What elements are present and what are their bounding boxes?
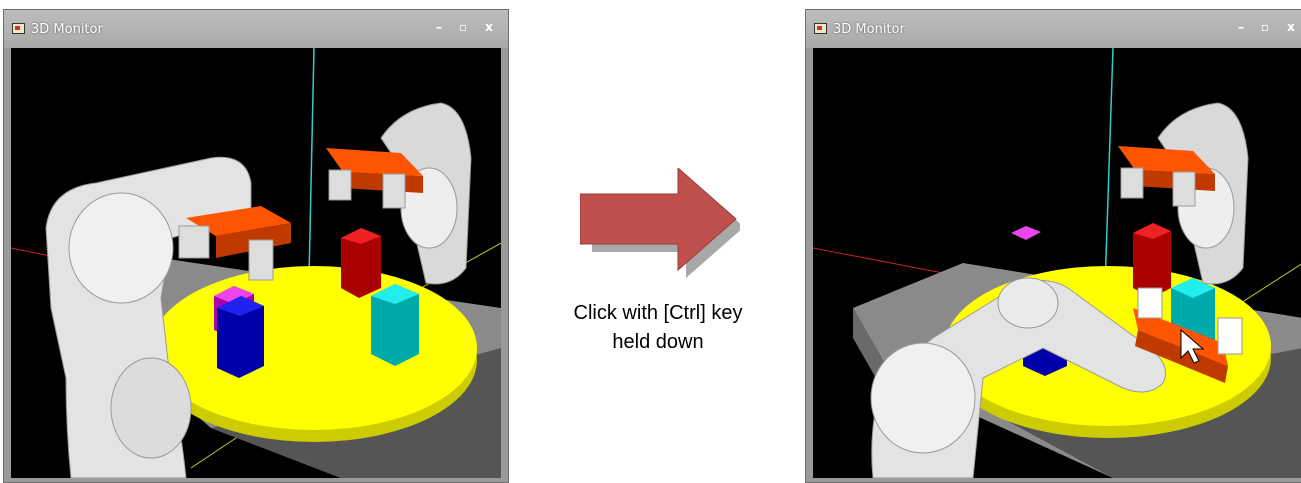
back-gripper-finger-2 xyxy=(1172,171,1196,207)
back-gripper-finger-2 xyxy=(382,173,406,209)
y-axis-line xyxy=(1232,263,1301,309)
close-button[interactable]: x xyxy=(1284,20,1298,34)
front-robot-base xyxy=(110,357,192,459)
monitor-window-before: 3D Monitor – ▫ x xyxy=(3,9,509,483)
window-title: 3D Monitor xyxy=(31,22,103,37)
caption-line-1: Click with [Ctrl] key xyxy=(573,302,743,324)
arrow-shape xyxy=(580,168,737,272)
instruction-caption: Click with [Ctrl] key held down xyxy=(530,299,786,357)
close-button[interactable]: x xyxy=(482,20,496,34)
front-gripper-finger xyxy=(1137,287,1163,319)
window-titlebar[interactable]: 3D Monitor – ▫ x xyxy=(4,10,508,48)
x-axis-line xyxy=(813,247,944,274)
window-titlebar[interactable]: 3D Monitor – ▫ x xyxy=(806,10,1301,48)
back-gripper-finger xyxy=(328,169,352,201)
front-gripper-finger xyxy=(178,225,210,259)
minimize-button[interactable]: – xyxy=(432,20,446,34)
front-robot-elbow xyxy=(997,277,1059,329)
monitor-window-after: 3D Monitor – ▫ x xyxy=(805,9,1301,483)
front-gripper-finger-2 xyxy=(1217,317,1243,355)
scene-render xyxy=(813,48,1301,478)
3d-viewport[interactable] xyxy=(813,48,1301,478)
3d-viewport[interactable] xyxy=(11,48,501,478)
magenta-block xyxy=(1011,226,1041,240)
maximize-button[interactable]: ▫ xyxy=(456,20,470,34)
round-table xyxy=(151,266,477,430)
back-gripper-finger xyxy=(1120,167,1144,199)
app-icon xyxy=(12,23,25,34)
z-axis-line xyxy=(1104,48,1114,289)
front-robot-shoulder xyxy=(870,342,976,454)
front-gripper-finger-2 xyxy=(248,239,274,281)
scene-render xyxy=(11,48,501,478)
maximize-button[interactable]: ▫ xyxy=(1258,20,1272,34)
front-robot-shoulder xyxy=(68,192,174,304)
right-arrow-icon xyxy=(580,168,740,278)
caption-line-2: held down xyxy=(612,331,704,353)
window-title: 3D Monitor xyxy=(833,22,905,37)
minimize-button[interactable]: – xyxy=(1234,20,1248,34)
app-icon xyxy=(814,23,827,34)
